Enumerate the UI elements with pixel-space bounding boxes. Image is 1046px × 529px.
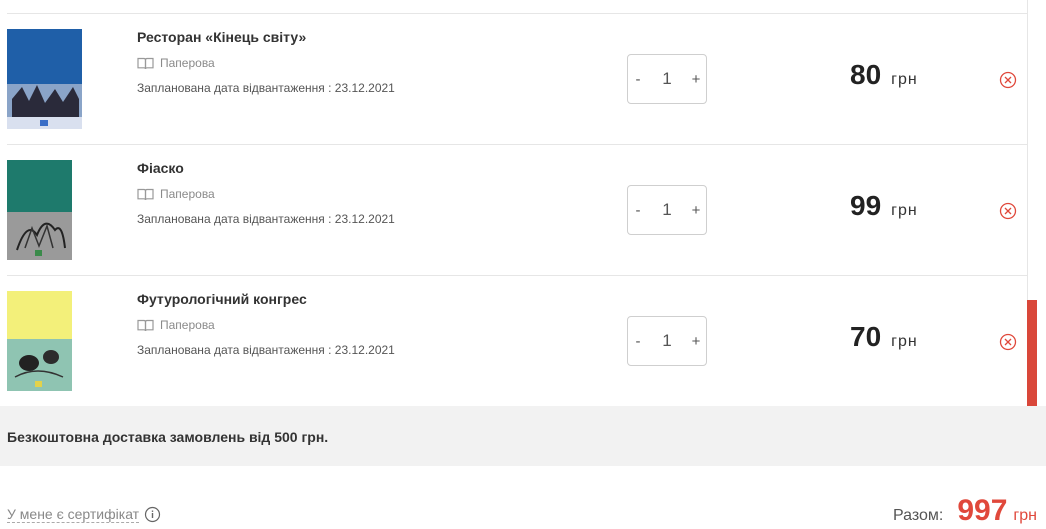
total-label: Разом:	[893, 507, 944, 524]
price-currency: грн	[891, 333, 918, 350]
price-currency: грн	[891, 202, 918, 219]
price-amount: 99	[850, 190, 882, 221]
quantity-stepper: - 1 +	[627, 54, 707, 104]
book-cover[interactable]	[7, 160, 72, 260]
shipping-date: Запланована дата відвантаження : 23.12.2…	[137, 212, 395, 226]
shipping-date: Запланована дата відвантаження : 23.12.2…	[137, 343, 395, 357]
scrollbar-thumb[interactable]	[1027, 300, 1037, 406]
book-icon	[137, 188, 154, 200]
price-currency: грн	[891, 71, 918, 88]
cart-item: Футурологічний конгрес Паперова Запланов…	[0, 276, 1027, 406]
info-icon[interactable]	[144, 506, 161, 523]
item-price: 70 грн	[850, 321, 918, 353]
increase-quantity-button[interactable]: +	[690, 203, 702, 218]
quantity-value[interactable]: 1	[662, 69, 671, 89]
increase-quantity-button[interactable]: +	[690, 334, 702, 349]
shipping-date: Запланована дата відвантаження : 23.12.2…	[137, 81, 395, 95]
quantity-value[interactable]: 1	[662, 331, 671, 351]
quantity-value[interactable]: 1	[662, 200, 671, 220]
total-currency: грн	[1013, 507, 1037, 524]
format-label: Паперова	[160, 318, 215, 332]
remove-circle-icon[interactable]	[999, 71, 1017, 89]
product-format: Паперова	[137, 187, 215, 201]
product-format: Паперова	[137, 318, 215, 332]
item-price: 80 грн	[850, 59, 918, 91]
product-title[interactable]: Футурологічний конгрес	[137, 291, 307, 307]
decrease-quantity-button[interactable]: -	[632, 203, 644, 218]
product-title[interactable]: Фіаско	[137, 160, 184, 176]
book-cover[interactable]	[7, 291, 72, 391]
quantity-stepper: - 1 +	[627, 185, 707, 235]
delivery-notice-bar: Безкоштовна доставка замовлень від 500 г…	[0, 406, 1046, 466]
remove-circle-icon[interactable]	[999, 333, 1017, 351]
format-label: Паперова	[160, 56, 215, 70]
product-format: Паперова	[137, 56, 215, 70]
decrease-quantity-button[interactable]: -	[632, 334, 644, 349]
total-amount: 997	[957, 494, 1008, 527]
cart-item: Ресторан «Кінець світу» Паперова Заплано…	[0, 14, 1027, 145]
item-price: 99 грн	[850, 190, 918, 222]
decrease-quantity-button[interactable]: -	[632, 72, 644, 87]
cart-list: Ресторан «Кінець світу» Паперова Заплано…	[0, 0, 1027, 406]
book-icon	[137, 57, 154, 69]
price-amount: 70	[850, 321, 882, 352]
increase-quantity-button[interactable]: +	[690, 72, 702, 87]
cart-item: Фіаско Паперова Запланована дата відвант…	[0, 145, 1027, 276]
remove-circle-icon[interactable]	[999, 202, 1017, 220]
certificate-row: У мене є сертифікат	[7, 506, 161, 523]
format-label: Паперова	[160, 187, 215, 201]
book-cover[interactable]	[7, 29, 82, 129]
quantity-stepper: - 1 +	[627, 316, 707, 366]
certificate-link[interactable]: У мене є сертифікат	[7, 506, 140, 523]
price-amount: 80	[850, 59, 882, 90]
book-icon	[137, 319, 154, 331]
delivery-notice: Безкоштовна доставка замовлень від 500 г…	[7, 429, 329, 445]
product-title[interactable]: Ресторан «Кінець світу»	[137, 29, 306, 45]
order-total: Разом: 997 грн	[893, 494, 1037, 528]
